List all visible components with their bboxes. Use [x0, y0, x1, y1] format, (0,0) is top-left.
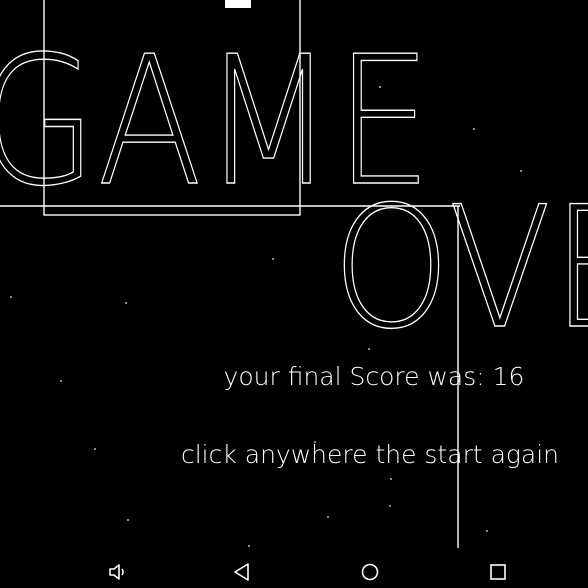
home-circle-icon[interactable]	[358, 560, 382, 584]
volume-icon[interactable]	[106, 560, 130, 584]
game-scene: GAME OVER	[0, 0, 588, 550]
recents-square-icon[interactable]	[486, 560, 510, 584]
android-nav-bar	[0, 548, 588, 588]
star	[125, 302, 127, 304]
restart-hint-text: click anywhere the start again	[180, 440, 560, 469]
star	[127, 519, 129, 521]
game-over-screen[interactable]: GAME OVER your final Score was: 16 click…	[0, 0, 588, 588]
star	[248, 545, 250, 547]
star	[486, 530, 488, 532]
star	[10, 296, 12, 298]
star	[473, 128, 475, 130]
headline-over: OVER	[332, 170, 588, 366]
star	[390, 478, 392, 480]
player-block	[225, 0, 251, 8]
back-triangle-icon[interactable]	[230, 560, 254, 584]
final-score-text: your final Score was: 16	[223, 362, 525, 391]
star	[389, 505, 391, 507]
star	[272, 258, 274, 260]
star	[327, 516, 329, 518]
